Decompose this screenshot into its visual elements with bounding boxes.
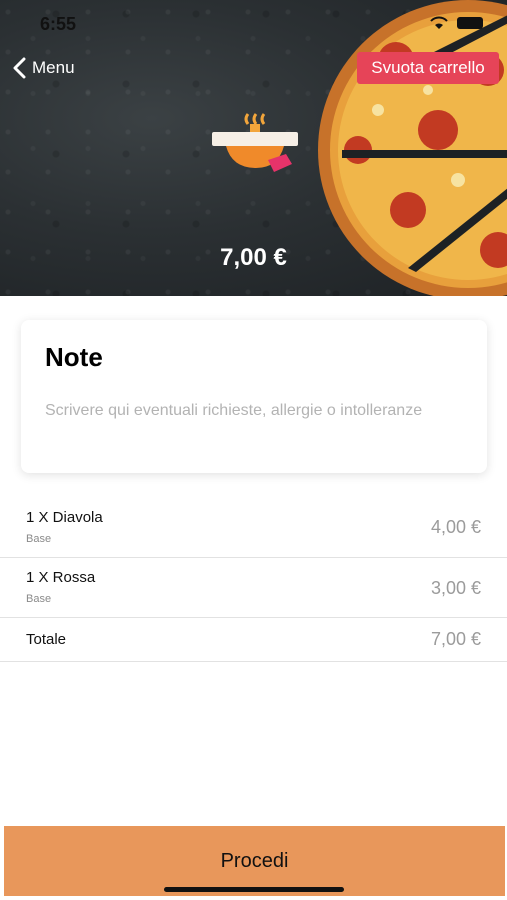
- status-time: 6:55: [40, 14, 77, 34]
- back-button[interactable]: Menu: [12, 56, 75, 80]
- header-image: 6:55 Menu Svuota carrello 7,00 €: [0, 0, 507, 296]
- home-indicator: [164, 887, 344, 892]
- note-title: Note: [45, 342, 103, 372]
- proceed-button[interactable]: Procedi: [4, 826, 505, 896]
- item-name: 1 X Diavola: [26, 509, 103, 526]
- item-variant: Base: [26, 593, 52, 605]
- total-row: Totale 7,00 €: [0, 618, 507, 662]
- total-label: Totale: [26, 631, 67, 648]
- total-price: 7,00 €: [430, 629, 481, 649]
- status-icons: [429, 16, 483, 30]
- item-name: 1 X Rossa: [26, 569, 96, 586]
- wifi-icon: [430, 16, 448, 29]
- delivery-box-icon: [212, 113, 298, 172]
- back-label: Menu: [32, 58, 75, 77]
- item-variant: Base: [26, 533, 52, 545]
- chevron-left-icon: [13, 57, 26, 79]
- cart-item-row: 1 X Rossa Base 3,00 €: [0, 558, 507, 618]
- battery-icon: [457, 17, 483, 29]
- item-price: 3,00 €: [430, 578, 481, 598]
- item-price: 4,00 €: [430, 517, 481, 537]
- note-card: Note Scrivere qui eventuali richieste, a…: [21, 320, 487, 473]
- clear-cart-button[interactable]: Svuota carrello: [357, 52, 499, 84]
- cart-item-row: 1 X Diavola Base 4,00 €: [0, 497, 507, 558]
- header-total: 7,00 €: [220, 244, 287, 271]
- note-input[interactable]: Scrivere qui eventuali richieste, allerg…: [45, 400, 445, 422]
